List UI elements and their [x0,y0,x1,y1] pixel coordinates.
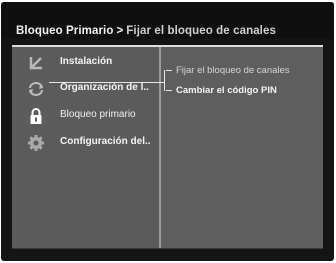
breadcrumb-current: Fijar el bloqueo de canales [126,25,276,37]
menu-item-label: Configuración del.. [60,136,151,147]
circular-arrows-icon [29,82,43,96]
main-menu-panel: Instalación Organización de l.. Bloqueo … [12,47,161,249]
menu-item-configuracion[interactable]: Configuración del.. [12,132,159,154]
menu-item-label: Instalación [60,56,113,67]
submenu-item-cambiar-pin[interactable]: Cambiar el código PIN [166,85,277,96]
menu-item-label: Bloqueo primario [60,109,136,120]
tv-screen: Bloqueo Primario > Fijar el bloqueo de can… [1,2,334,261]
submenu-item-label: Fijar el bloqueo de canales [176,65,290,76]
menu-item-bloqueo-primario[interactable]: Bloqueo primario [12,105,159,127]
menu-item-label: Organización de l.. [60,82,149,93]
submenu-connector [164,70,165,91]
submenu-panel [161,47,323,249]
selection-underline [49,82,164,83]
breadcrumb-main: Bloqueo Primario [16,25,114,37]
arrow-down-left-icon [29,57,42,70]
header-bar: Bloqueo Primario > Fijar el bloqueo de can… [1,2,334,39]
submenu-item-label: Cambiar el código PIN [176,85,277,96]
page-title: Bloqueo Primario > Fijar el bloqueo de can… [16,25,276,37]
gear-icon [28,135,44,151]
submenu-item-fijar-bloqueo[interactable]: Fijar el bloqueo de canales [166,65,290,76]
bottom-divider [12,248,323,249]
breadcrumb-separator: > [116,25,124,37]
connector-tick [166,89,172,91]
connector-tick [166,69,172,71]
padlock-icon [30,108,42,124]
menu-item-instalacion[interactable]: Instalación [12,52,159,74]
